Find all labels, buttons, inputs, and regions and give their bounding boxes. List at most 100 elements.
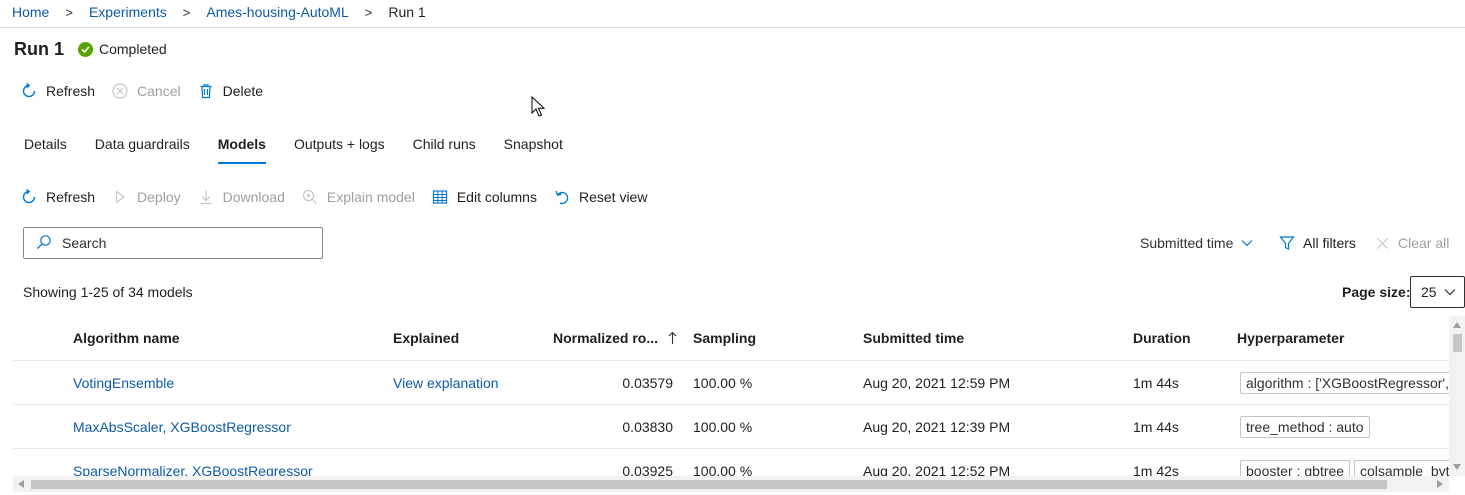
- chevron-right-icon: >: [364, 4, 373, 20]
- download-label: Download: [222, 189, 285, 205]
- search-input[interactable]: [60, 234, 310, 252]
- status-text: Completed: [99, 41, 167, 57]
- reset-view-button[interactable]: Reset view: [553, 188, 647, 206]
- download-button[interactable]: Download: [197, 188, 285, 206]
- page-size-value: 25: [1421, 284, 1437, 300]
- clear-all-button[interactable]: Clear all: [1376, 235, 1449, 251]
- column-header-duration[interactable]: Duration: [1133, 330, 1191, 346]
- cancel-run-button[interactable]: Cancel: [111, 82, 181, 100]
- breadcrumb-experiments[interactable]: Experiments: [89, 4, 167, 20]
- chevron-right-icon: >: [65, 4, 73, 20]
- chevron-down-icon: [1241, 239, 1253, 247]
- mouse-cursor-icon: [531, 95, 546, 121]
- zoom-in-icon: [301, 188, 319, 206]
- cancel-icon: [111, 82, 129, 100]
- undo-icon: [553, 188, 571, 206]
- all-filters-label: All filters: [1303, 235, 1356, 251]
- submitted-time: Aug 20, 2021 12:59 PM: [863, 375, 1011, 391]
- refresh-run-button[interactable]: Refresh: [20, 82, 95, 100]
- column-header-hyperparameter[interactable]: Hyperparameter: [1237, 330, 1344, 346]
- tab-snapshot[interactable]: Snapshot: [504, 136, 563, 166]
- table-icon: [431, 188, 449, 206]
- column-header-algorithm[interactable]: Algorithm name: [73, 330, 180, 346]
- header-divider: [13, 360, 1449, 361]
- row-divider: [13, 448, 1449, 449]
- hyperparameter-tag: booster : gbtree: [1240, 460, 1351, 476]
- horizontal-scroll-thumb[interactable]: [31, 480, 1387, 489]
- models-table: Algorithm name Explained Normalized ro..…: [13, 316, 1449, 476]
- vertical-scrollbar[interactable]: [1449, 316, 1465, 476]
- run-command-bar: Refresh Cancel Delete: [20, 80, 279, 102]
- refresh-icon: [20, 188, 38, 206]
- chevron-down-icon: [1444, 288, 1456, 296]
- tab-models[interactable]: Models: [217, 136, 267, 166]
- refresh-icon: [20, 82, 38, 100]
- edit-columns-button[interactable]: Edit columns: [431, 188, 537, 206]
- breadcrumb: Home > Experiments > Ames-housing-AutoML…: [12, 3, 426, 21]
- tab-details[interactable]: Details: [24, 136, 67, 166]
- check-circle-icon: [78, 41, 93, 57]
- status-badge: Completed: [78, 41, 167, 57]
- download-icon: [197, 188, 215, 206]
- normalized-value: 0.03925: [622, 463, 673, 476]
- scroll-right-icon[interactable]: [1437, 480, 1443, 488]
- hyperparameter-tag: colsample_byt: [1354, 460, 1449, 476]
- scroll-left-icon[interactable]: [18, 480, 24, 488]
- play-icon: [111, 188, 129, 206]
- breadcrumb-run: Run 1: [388, 4, 426, 20]
- algorithm-name-link[interactable]: VotingEnsemble: [73, 375, 174, 391]
- cancel-label: Cancel: [137, 83, 181, 99]
- search-box: [23, 227, 323, 259]
- sort-label: Submitted time: [1140, 235, 1234, 251]
- arrow-up-icon: [668, 331, 677, 348]
- all-filters-button[interactable]: All filters: [1279, 235, 1356, 251]
- view-explanation-link[interactable]: View explanation: [393, 375, 499, 391]
- submitted-time: Aug 20, 2021 12:52 PM: [863, 463, 1011, 476]
- filter-icon: [1279, 235, 1295, 251]
- scroll-up-icon[interactable]: [1453, 322, 1461, 328]
- tab-outputs-logs[interactable]: Outputs + logs: [294, 136, 385, 166]
- deploy-button[interactable]: Deploy: [111, 188, 181, 206]
- page-size-select[interactable]: 25: [1410, 276, 1465, 308]
- vertical-scroll-thumb[interactable]: [1453, 334, 1462, 352]
- close-icon: [1376, 237, 1389, 250]
- breadcrumb-experiment[interactable]: Ames-housing-AutoML: [206, 4, 348, 20]
- refresh-models-button[interactable]: Refresh: [20, 188, 95, 206]
- algorithm-name-link[interactable]: SparseNormalizer, XGBoostRegressor: [73, 463, 313, 476]
- page-title: Run 1: [14, 39, 65, 59]
- horizontal-scrollbar[interactable]: [13, 476, 1449, 492]
- column-header-normalized[interactable]: Normalized ro...: [553, 330, 677, 348]
- column-header-normalized-label: Normalized ro...: [553, 330, 659, 346]
- header-divider: [0, 27, 1465, 28]
- delete-label: Delete: [222, 83, 264, 99]
- clear-all-label: Clear all: [1398, 235, 1450, 251]
- breadcrumb-home[interactable]: Home: [12, 4, 49, 20]
- trash-icon: [197, 82, 215, 100]
- tab-child-runs[interactable]: Child runs: [413, 136, 476, 166]
- column-header-submitted[interactable]: Submitted time: [863, 330, 964, 346]
- sort-dropdown[interactable]: Submitted time: [1140, 235, 1253, 251]
- sampling-value: 100.00 %: [693, 463, 753, 476]
- sampling-value: 100.00 %: [693, 375, 753, 391]
- delete-run-button[interactable]: Delete: [197, 82, 263, 100]
- column-header-explained[interactable]: Explained: [393, 330, 459, 346]
- edit-columns-label: Edit columns: [456, 189, 537, 205]
- hyperparameter-tag: tree_method : auto: [1240, 416, 1370, 438]
- duration-value: 1m 42s: [1133, 463, 1179, 476]
- normalized-value: 0.03830: [622, 419, 673, 435]
- normalized-value: 0.03579: [622, 375, 673, 391]
- explain-model-button[interactable]: Explain model: [301, 188, 415, 206]
- scroll-down-icon[interactable]: [1453, 464, 1461, 470]
- results-count: Showing 1-25 of 34 models: [23, 284, 193, 300]
- tab-data-guardrails[interactable]: Data guardrails: [95, 136, 190, 166]
- row-divider: [13, 404, 1449, 405]
- duration-value: 1m 44s: [1133, 419, 1179, 435]
- sampling-value: 100.00 %: [693, 419, 753, 435]
- duration-value: 1m 44s: [1133, 375, 1179, 391]
- search-icon: [36, 234, 52, 253]
- algorithm-name-link[interactable]: MaxAbsScaler, XGBoostRegressor: [73, 419, 291, 435]
- explain-model-label: Explain model: [326, 189, 415, 205]
- models-command-bar: Refresh Deploy Download Explain model Ed…: [20, 186, 663, 208]
- column-header-sampling[interactable]: Sampling: [693, 330, 756, 346]
- run-tabs: Details Data guardrails Models Outputs +…: [24, 136, 591, 166]
